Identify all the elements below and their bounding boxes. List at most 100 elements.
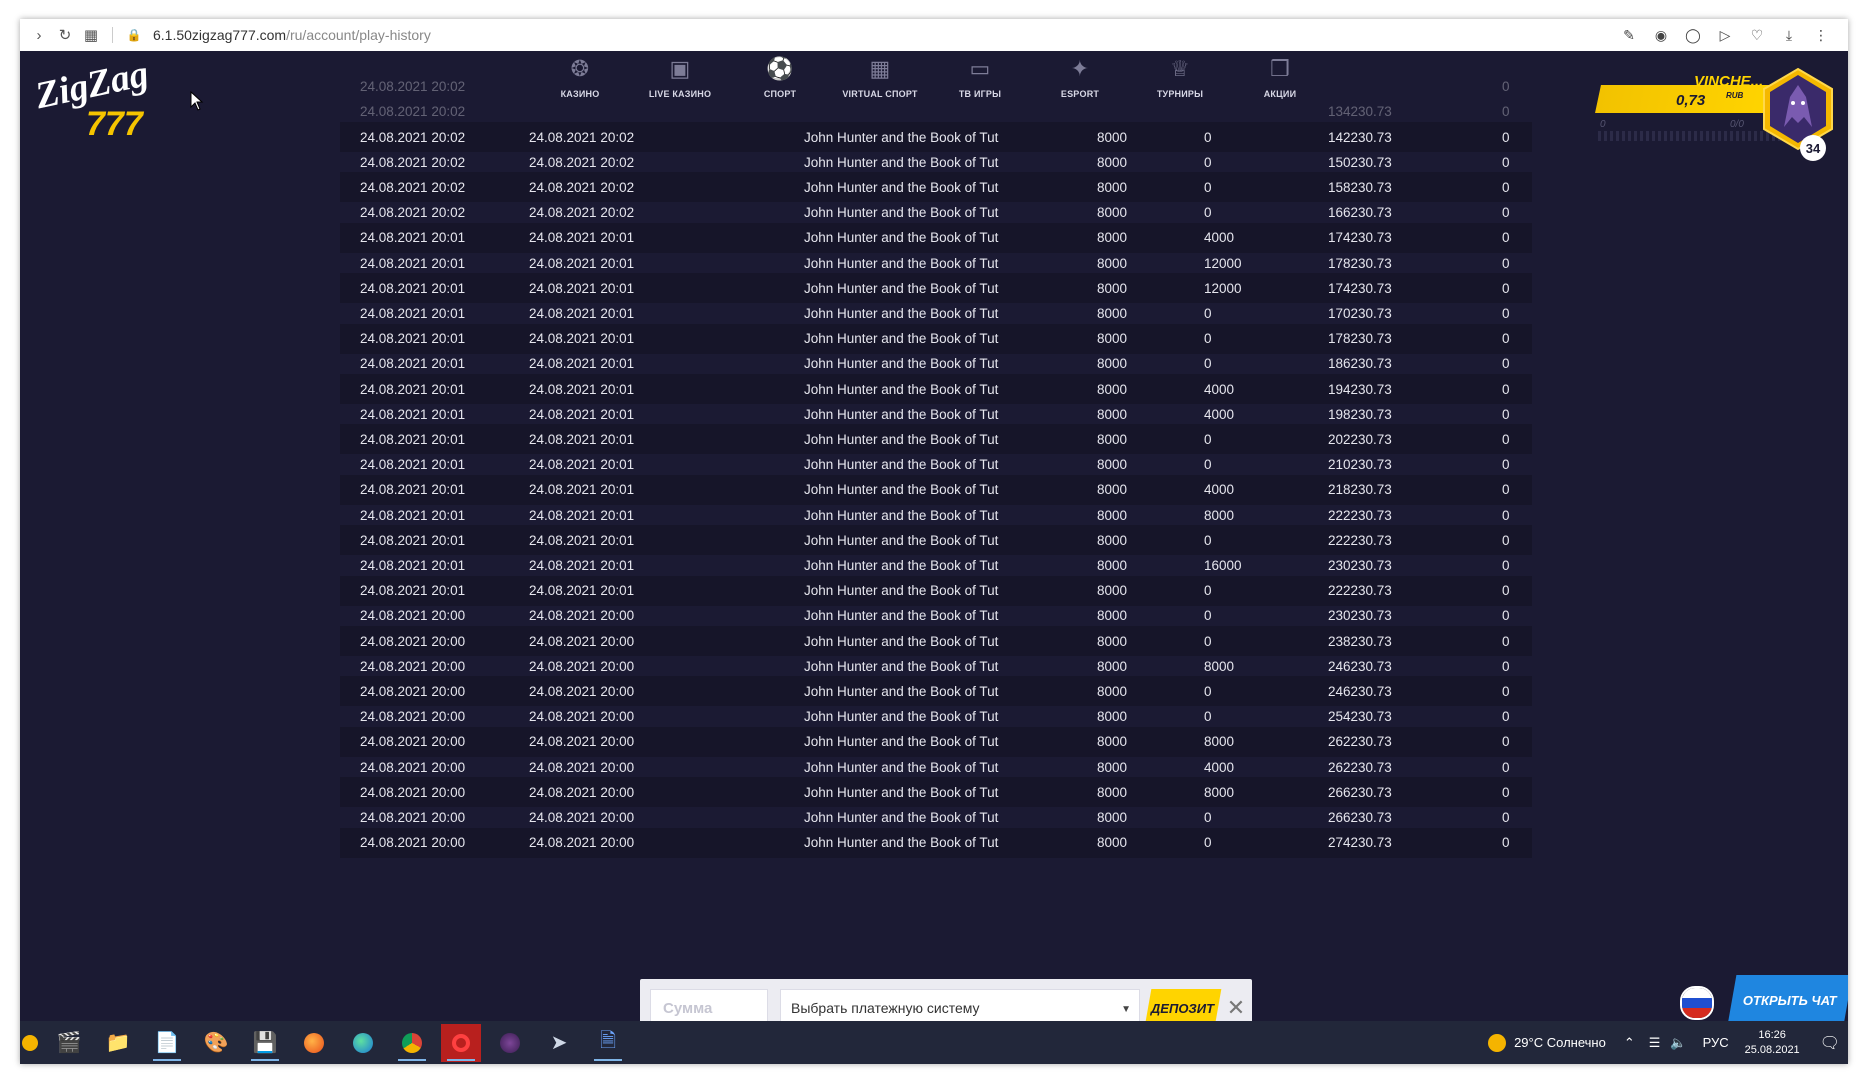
nav-item-label: VIRTUAL СПОРТ bbox=[842, 89, 918, 99]
user-card[interactable]: VINCHE... 0,73 RUB 0 0/0 34 bbox=[1590, 67, 1840, 167]
cell-bonus: 0 bbox=[1502, 280, 1510, 296]
cell-start-date: 24.08.2021 20:02 bbox=[360, 78, 466, 94]
cell-win: 0 bbox=[1204, 633, 1212, 649]
cell-start-date: 24.08.2021 20:00 bbox=[360, 709, 466, 725]
deposit-button[interactable]: ДЕПОЗИТ bbox=[1144, 989, 1222, 1021]
divider bbox=[112, 27, 113, 43]
russia-flag-icon[interactable] bbox=[1680, 986, 1714, 1020]
cell-balance: 142230.73 bbox=[1328, 129, 1392, 145]
url-field[interactable]: 6.1.50zigzag777.com/ru/account/play-hist… bbox=[153, 27, 431, 43]
cell-game-name: John Hunter and the Book of Tut bbox=[804, 381, 999, 397]
cell-game-name: John Hunter and the Book of Tut bbox=[804, 608, 999, 624]
payment-system-select[interactable]: Выбрать платежную систему ▼ bbox=[780, 989, 1140, 1021]
notepad-icon[interactable]: 📄 bbox=[147, 1024, 187, 1062]
save-icon[interactable]: 💾 bbox=[245, 1024, 285, 1062]
camera-icon[interactable]: ◉ bbox=[1648, 22, 1674, 48]
word-icon[interactable]: 🗎 bbox=[588, 1024, 628, 1062]
notifications-icon[interactable]: 🗨 bbox=[1820, 1033, 1840, 1053]
nav-item-6[interactable]: ♕ ТУРНИРЫ bbox=[1130, 51, 1230, 121]
cell-balance: 150230.73 bbox=[1328, 154, 1392, 170]
cell-game-name: John Hunter and the Book of Tut bbox=[804, 683, 999, 699]
edge-icon[interactable] bbox=[343, 1024, 383, 1062]
weather-text[interactable]: 29°C Солнечно bbox=[1514, 1035, 1606, 1050]
cell-game-name: John Hunter and the Book of Tut bbox=[804, 633, 999, 649]
firefox-icon[interactable] bbox=[294, 1024, 334, 1062]
tor-browser-icon[interactable] bbox=[490, 1024, 530, 1062]
cell-end-date: 24.08.2021 20:01 bbox=[529, 406, 635, 422]
opera-icon[interactable] bbox=[441, 1023, 481, 1062]
download-icon[interactable]: ⤓ bbox=[1776, 22, 1802, 48]
shield-icon[interactable]: ◯ bbox=[1680, 22, 1706, 48]
cell-balance: 262230.73 bbox=[1328, 759, 1392, 775]
logo-text-bottom: 777 bbox=[86, 105, 145, 143]
chevron-up-icon[interactable]: ⌃ bbox=[1624, 1035, 1635, 1051]
chrome-icon[interactable] bbox=[392, 1024, 432, 1062]
cell-bonus: 0 bbox=[1502, 532, 1510, 548]
tabs-grid-icon[interactable]: ▦ bbox=[78, 22, 104, 48]
reload-icon[interactable]: ↻ bbox=[52, 22, 78, 48]
nav-item-3[interactable]: ▦ VIRTUAL СПОРТ bbox=[830, 51, 930, 121]
cell-start-date: 24.08.2021 20:00 bbox=[360, 734, 466, 750]
cell-balance: 230230.73 bbox=[1328, 557, 1392, 573]
cell-balance: 174230.73 bbox=[1328, 280, 1392, 296]
close-icon[interactable]: ✕ bbox=[1224, 993, 1248, 1021]
cell-win: 0 bbox=[1204, 532, 1212, 548]
cell-start-date: 24.08.2021 20:00 bbox=[360, 683, 466, 699]
cell-bet: 8000 bbox=[1097, 406, 1128, 422]
username: VINCHE... bbox=[1694, 73, 1764, 90]
norton-icon[interactable] bbox=[20, 1024, 40, 1062]
network-icon[interactable]: ☰ bbox=[1649, 1035, 1661, 1051]
amount-input[interactable]: Сумма bbox=[650, 989, 768, 1021]
cell-start-date: 24.08.2021 20:00 bbox=[360, 608, 466, 624]
nav-item-0[interactable]: ❂ КАЗИНО bbox=[530, 51, 630, 121]
share-icon[interactable]: ✎ bbox=[1616, 22, 1642, 48]
deposit-bar: Сумма Выбрать платежную систему ▼ ДЕПОЗИ… bbox=[640, 979, 1252, 1021]
zigzag777-logo[interactable]: ZigZag 777 bbox=[34, 61, 154, 143]
avatar[interactable] bbox=[1760, 67, 1836, 151]
language-indicator[interactable]: РУС bbox=[1703, 1035, 1729, 1050]
cell-end-date: 24.08.2021 20:00 bbox=[529, 759, 635, 775]
url-main: 6.1.50zigzag777.com bbox=[153, 27, 287, 43]
cell-bonus: 0 bbox=[1502, 179, 1510, 195]
cell-game-name: John Hunter and the Book of Tut bbox=[804, 482, 999, 498]
nav-item-2[interactable]: ⚽ СПОРТ bbox=[730, 51, 830, 121]
play-history-page: ZigZag 777 24.08.2021 20:02 0 24.08.2021 2… bbox=[20, 51, 1848, 1021]
cell-win: 8000 bbox=[1204, 658, 1235, 674]
cell-end-date: 24.08.2021 20:01 bbox=[529, 431, 635, 447]
browser-address-bar: › ↻ ▦ 🔒 6.1.50zigzag777.com/ru/account/p… bbox=[20, 19, 1848, 52]
cell-end-date: 24.08.2021 20:01 bbox=[529, 305, 635, 321]
send-icon[interactable]: ▷ bbox=[1712, 22, 1738, 48]
url-path: /ru/account/play-history bbox=[286, 27, 431, 43]
clock[interactable]: 16:26 25.08.2021 bbox=[1745, 1028, 1800, 1058]
cell-bet: 8000 bbox=[1097, 381, 1128, 397]
nav-item-label: ESPORT bbox=[1060, 89, 1100, 99]
cell-bonus: 0 bbox=[1502, 759, 1510, 775]
telegram-icon[interactable]: ➤ bbox=[539, 1024, 579, 1062]
heart-icon[interactable]: ♡ bbox=[1744, 22, 1770, 48]
cell-bonus: 0 bbox=[1502, 129, 1510, 145]
video-editor-icon[interactable]: 🎬 bbox=[49, 1024, 89, 1062]
cell-balance: 246230.73 bbox=[1328, 658, 1392, 674]
cell-game-name: John Hunter and the Book of Tut bbox=[804, 205, 999, 221]
cell-bet: 8000 bbox=[1097, 658, 1128, 674]
volume-icon[interactable]: 🔈 bbox=[1670, 1035, 1686, 1051]
nav-item-5[interactable]: ✦ ESPORT bbox=[1030, 51, 1130, 121]
cell-bonus: 0 bbox=[1502, 633, 1510, 649]
cell-game-name: John Hunter and the Book of Tut bbox=[804, 759, 999, 775]
cell-start-date: 24.08.2021 20:00 bbox=[360, 784, 466, 800]
nav-item-4[interactable]: ▭ ТВ ИГРЫ bbox=[930, 51, 1030, 121]
file-explorer-icon[interactable]: 📁 bbox=[98, 1024, 138, 1062]
nav-item-7[interactable]: ❒ АКЦИИ bbox=[1230, 51, 1330, 121]
cell-bonus: 0 bbox=[1502, 381, 1510, 397]
cell-start-date: 24.08.2021 20:01 bbox=[360, 583, 466, 599]
cell-start-date: 24.08.2021 20:02 bbox=[360, 154, 466, 170]
cell-bonus: 0 bbox=[1502, 583, 1510, 599]
nav-item-1[interactable]: ▣ LIVE КАЗИНО bbox=[630, 51, 730, 121]
cell-game-name: John Hunter and the Book of Tut bbox=[804, 709, 999, 725]
cell-end-date: 24.08.2021 20:01 bbox=[529, 457, 635, 473]
more-icon[interactable]: ⋮ bbox=[1808, 22, 1834, 48]
nav-item-label: СПОРТ bbox=[763, 89, 797, 99]
back-icon[interactable]: › bbox=[26, 22, 52, 48]
open-chat-button[interactable]: ОТКРЫТЬ ЧАТ bbox=[1727, 975, 1848, 1021]
paint-icon[interactable]: 🎨 bbox=[196, 1024, 236, 1062]
